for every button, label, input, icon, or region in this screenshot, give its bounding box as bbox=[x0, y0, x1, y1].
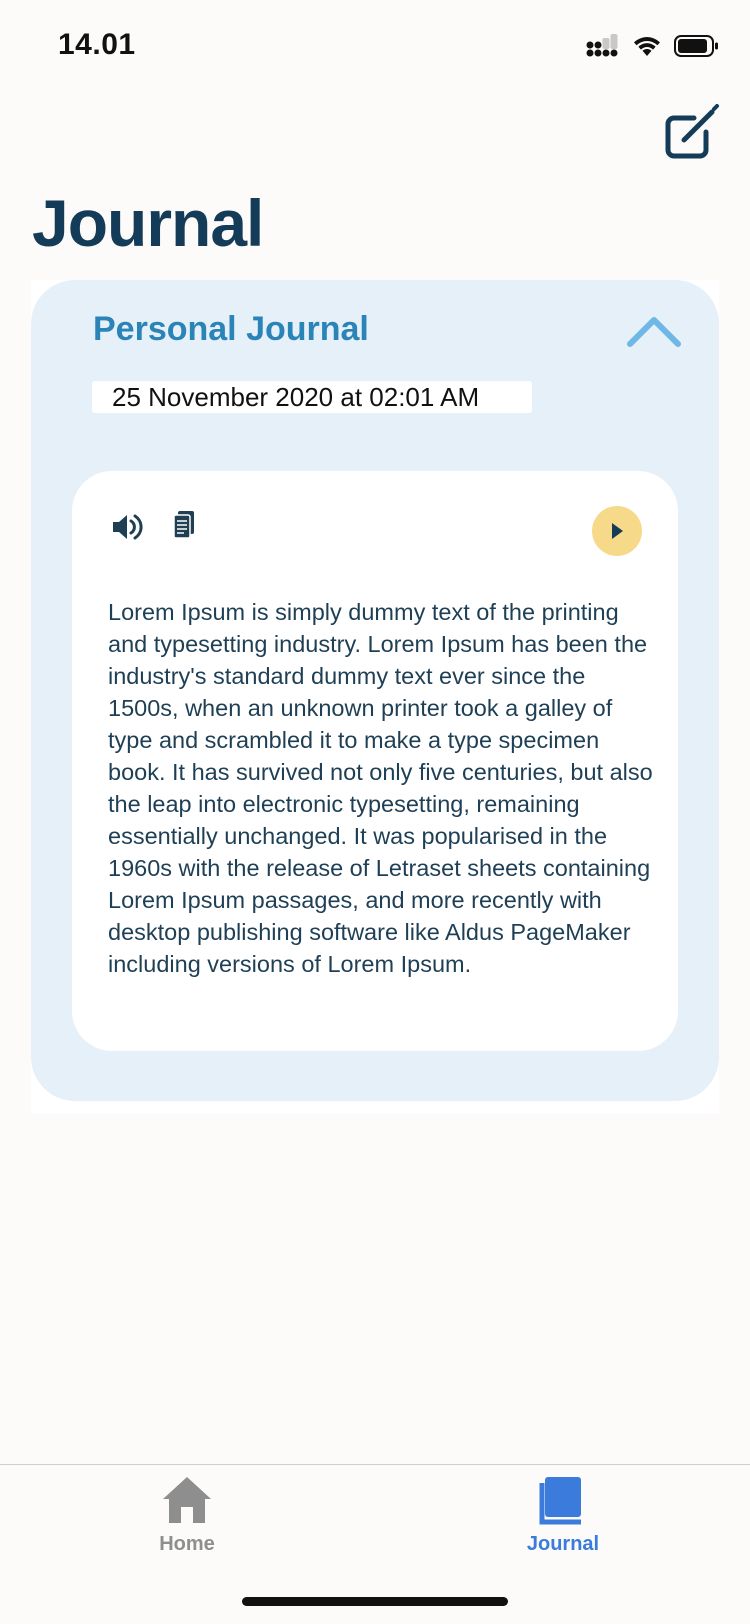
home-indicator bbox=[242, 1597, 508, 1606]
compose-button[interactable] bbox=[662, 102, 722, 162]
entry-text: Lorem Ipsum is simply dummy text of the … bbox=[108, 599, 653, 977]
tab-journal[interactable]: Journal bbox=[488, 1475, 638, 1565]
speaker-icon bbox=[113, 514, 143, 540]
journal-screen: 14.01 Journal Personal Journal 25 Novemb… bbox=[0, 0, 750, 1624]
cellular-signal-icon bbox=[586, 34, 618, 57]
document-button[interactable] bbox=[172, 510, 196, 540]
status-time: 14.01 bbox=[58, 28, 136, 61]
wifi-icon bbox=[634, 37, 660, 56]
collapse-button[interactable] bbox=[624, 312, 684, 352]
page-title: Journal bbox=[32, 186, 264, 260]
tab-home-label: Home bbox=[159, 1533, 215, 1555]
entry-date: 25 November 2020 at 02:01 AM bbox=[112, 382, 480, 412]
status-icons bbox=[586, 30, 720, 62]
journal-title: Personal Journal bbox=[93, 310, 369, 348]
compose-icon bbox=[665, 104, 719, 159]
book-icon bbox=[539, 1477, 581, 1525]
play-icon bbox=[612, 523, 623, 539]
home-icon bbox=[163, 1477, 211, 1523]
chevron-up-icon bbox=[627, 317, 681, 347]
status-bar: 14.01 bbox=[0, 0, 750, 90]
tab-home[interactable]: Home bbox=[112, 1475, 262, 1565]
play-button[interactable] bbox=[592, 506, 642, 556]
tab-journal-label: Journal bbox=[526, 1533, 600, 1555]
document-icon bbox=[173, 511, 194, 539]
battery-icon bbox=[674, 35, 718, 57]
speaker-button[interactable] bbox=[110, 510, 144, 544]
